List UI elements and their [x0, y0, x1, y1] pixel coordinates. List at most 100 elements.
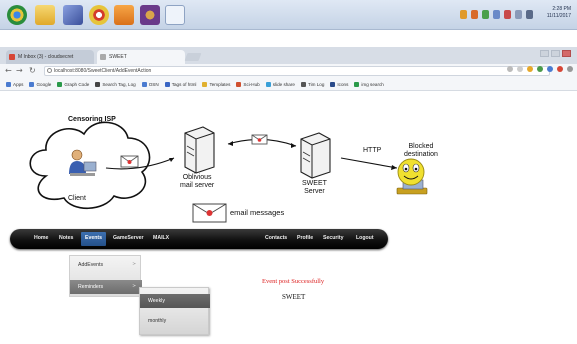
bookmark-icon [236, 81, 242, 87]
bookmarks-bar: Apps Google Graph Code Search Tag, Log OSN Ta… [0, 78, 577, 91]
extension-icon[interactable] [557, 66, 563, 72]
nav-home[interactable]: Home [34, 235, 48, 241]
sweet-server-label: SWEET Server [302, 180, 327, 195]
bookmark-icon [265, 81, 271, 87]
maximize-button[interactable] [551, 50, 560, 57]
nav-mailx[interactable]: MAILX [153, 235, 169, 241]
back-icon[interactable]: ← [5, 66, 12, 76]
envelope-icon [251, 134, 268, 145]
bookmark-item[interactable]: img search [354, 81, 384, 87]
eclipse-taskbar-icon[interactable] [63, 5, 83, 25]
volume-icon[interactable] [515, 10, 522, 19]
office-taskbar-icon[interactable] [114, 5, 134, 25]
extension-icon[interactable] [547, 66, 553, 72]
bookmark-item[interactable]: Apps [6, 81, 24, 87]
media-taskbar-icon[interactable] [140, 5, 160, 25]
email-messages-label: email messages [230, 208, 285, 217]
reminders-submenu: Weekly monthly [139, 287, 210, 335]
clock-time: 2:28 PM [552, 6, 571, 12]
oblivious-server-icon [184, 126, 215, 174]
system-tray [460, 10, 533, 19]
bookmark-item[interactable]: Icons [330, 81, 349, 87]
extension-icon[interactable] [527, 66, 533, 72]
minimize-button[interactable] [540, 50, 549, 57]
browser-tabstrip: M Inbox (3) - cloudsecret SWEET [0, 47, 577, 64]
bookmark-item[interactable]: Tags of html [164, 81, 196, 87]
bookmark-item[interactable]: Sci-Hub [236, 81, 260, 87]
bookmark-label: Google [36, 81, 52, 87]
nav-events[interactable]: Events [81, 232, 107, 246]
bookmark-icon [300, 81, 306, 87]
nav-profile[interactable]: Profile [297, 235, 313, 241]
oblivious-server-label: Oblivious mail server [180, 174, 215, 189]
page-icon [100, 54, 106, 60]
submenu-item-weekly[interactable]: Weekly [148, 298, 165, 304]
bookmark-label: Apps [13, 81, 24, 87]
search-icon[interactable] [507, 66, 513, 72]
architecture-diagram [29, 121, 428, 223]
star-icon[interactable] [517, 66, 523, 72]
chevron-right-icon: > [132, 262, 136, 267]
notepad-taskbar-icon[interactable] [165, 5, 185, 25]
tray-icon[interactable] [482, 10, 489, 19]
success-message: Event post Successfully [262, 278, 325, 285]
nav-security[interactable]: Security [323, 235, 343, 241]
tray-icon[interactable] [460, 10, 467, 19]
bookmark-label: Sci-Hub [243, 81, 260, 87]
folder-taskbar-icon[interactable] [35, 5, 55, 25]
bookmark-item[interactable]: Tim Log [300, 81, 324, 87]
bookmark-icon [164, 81, 170, 87]
events-dropdown: AddEvents > Reminders > [69, 255, 142, 297]
main-navigation: Home Notes Events GameServer MAILX Conta… [10, 229, 388, 249]
submenu-item-monthly[interactable]: monthly [148, 318, 166, 324]
tab-label: SWEET [109, 54, 127, 60]
bookmark-item[interactable]: Search Tag, Log [95, 81, 136, 87]
dropdown-item-addevents[interactable]: AddEvents [78, 262, 103, 268]
bookmark-icon [330, 81, 336, 87]
info-icon[interactable] [47, 68, 52, 73]
bookmark-item[interactable]: OSN [141, 81, 159, 87]
bookmark-item[interactable]: Graph Code [57, 81, 89, 87]
client-label: Client [68, 195, 86, 202]
censoring-isp-label: Censoring ISP [68, 116, 116, 123]
bookmark-icon [57, 81, 63, 87]
desktop-taskbar: 2:28 PM 11/11/2017 [0, 0, 577, 30]
nav-gameserver[interactable]: GameServer [113, 235, 144, 241]
bookmark-icon [354, 81, 360, 87]
extension-icon[interactable] [537, 66, 543, 72]
bookmark-label: Icons [337, 81, 349, 87]
network-icon[interactable] [526, 10, 533, 19]
taskbar-clock[interactable]: 2:28 PM 11/11/2017 [547, 6, 571, 20]
new-tab-button[interactable] [184, 53, 202, 61]
menu-icon[interactable] [567, 66, 573, 72]
chrome-alt-taskbar-icon[interactable] [89, 5, 109, 25]
gmail-icon [9, 54, 15, 60]
extension-icons [507, 66, 573, 72]
bookmark-item[interactable]: Templates [202, 81, 231, 87]
window-controls [540, 50, 571, 57]
brand-text: SWEET [282, 293, 306, 301]
http-arrow [340, 157, 398, 169]
bookmark-label: Search Tag, Log [102, 81, 136, 87]
forward-icon[interactable]: → [16, 66, 23, 76]
bookmark-item[interactable]: Google [29, 81, 52, 87]
email-messages-envelope-icon [192, 203, 227, 223]
tray-icon[interactable] [504, 10, 511, 19]
nav-logout[interactable]: Logout [356, 235, 374, 241]
bookmark-label: Templates [209, 81, 231, 87]
nav-contacts[interactable]: Contacts [265, 235, 287, 241]
bookmark-item[interactable]: slide share [265, 81, 295, 87]
tab-label: M Inbox (3) - cloudsecret [18, 54, 74, 60]
bookmark-icon [6, 81, 11, 87]
address-bar[interactable]: localhost:8080/SweetClient/AddEventActio… [44, 66, 550, 76]
bookmark-label: slide share [272, 81, 295, 87]
close-button[interactable] [562, 50, 571, 57]
tray-icon[interactable] [493, 10, 500, 19]
reload-icon[interactable]: ↻ [29, 66, 36, 76]
browser-tab-sweet[interactable]: SWEET [97, 50, 185, 64]
nav-notes[interactable]: Notes [59, 235, 73, 241]
browser-tab-inbox[interactable]: M Inbox (3) - cloudsecret [6, 50, 94, 64]
tray-icon[interactable] [471, 10, 478, 19]
dropdown-item-reminders[interactable]: Reminders [78, 284, 103, 290]
chrome-taskbar-icon[interactable] [7, 5, 27, 25]
